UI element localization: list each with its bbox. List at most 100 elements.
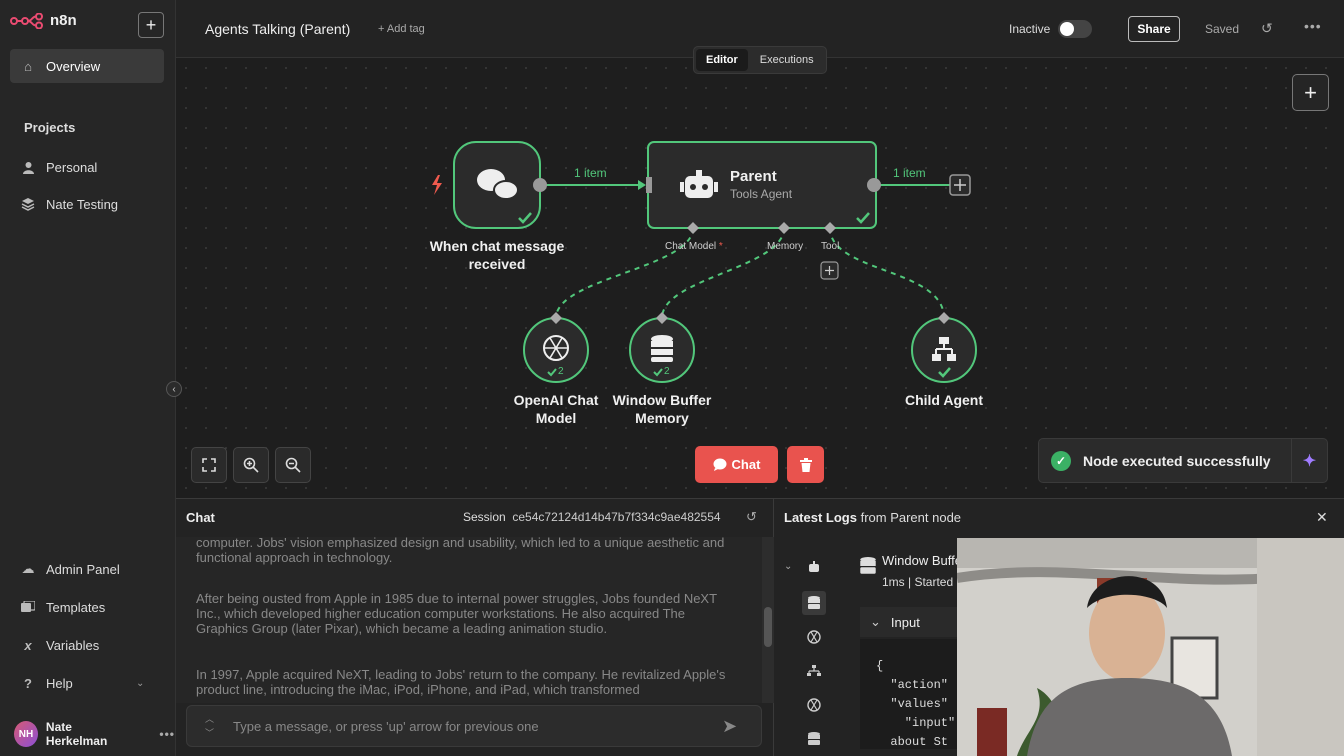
share-button[interactable]: Share — [1128, 16, 1180, 42]
chat-scrollbar[interactable] — [762, 537, 774, 703]
user-menu[interactable]: NH Nate Herkelman ••• — [14, 720, 175, 748]
database-icon[interactable] — [804, 729, 824, 749]
log-entry-meta: 1ms | Started — [882, 575, 954, 589]
sidebar-item-label: Variables — [46, 637, 100, 653]
node-child-agent[interactable] — [911, 312, 977, 383]
fit-view-button[interactable] — [191, 447, 227, 483]
cloud-icon: ☁ — [21, 561, 35, 576]
add-tool-button[interactable] — [820, 261, 839, 280]
session-id[interactable]: ce54c72124d14b47b7f334c9ae482554 — [512, 510, 720, 524]
zoom-in-button[interactable] — [233, 447, 269, 483]
chat-message-input[interactable] — [233, 716, 713, 736]
send-icon[interactable]: ➤ — [722, 716, 737, 737]
sidebar-item-admin-panel[interactable]: ☁ Admin Panel — [10, 552, 164, 586]
sidebar-item-nate-testing[interactable]: Nate Testing — [10, 187, 164, 221]
session-info: Session ce54c72124d14b47b7f334c9ae482554 — [463, 510, 721, 524]
chat-message: After being ousted from Apple in 1985 du… — [196, 591, 717, 636]
run-count-memory: 2 — [664, 366, 670, 377]
chat-model-connector-label: Chat Model * — [665, 241, 723, 252]
input-handle — [646, 177, 652, 193]
home-icon: ⌂ — [24, 58, 32, 74]
sidebar: n8n + ⌂ Overview Projects Personal Nate … — [0, 0, 176, 756]
sidebar-item-personal[interactable]: Personal — [10, 150, 164, 184]
output-handle — [867, 178, 881, 192]
help-icon: ? — [24, 675, 32, 691]
input-section-toggle[interactable]: ⌄ Input — [860, 607, 964, 637]
openai-icon[interactable] — [804, 627, 824, 647]
app-window: n8n + ⌂ Overview Projects Personal Nate … — [0, 0, 1344, 756]
child-node-label: Child Agent — [904, 392, 984, 408]
node-chat-trigger[interactable] — [432, 141, 547, 229]
sidebar-item-label: Personal — [46, 159, 98, 175]
input-label: Input — [890, 614, 920, 630]
tool-connector-label: Tool — [821, 241, 840, 252]
sidebar-item-label: Admin Panel — [46, 561, 120, 577]
run-count-openai: 2 — [558, 366, 564, 377]
saved-status: Saved — [1205, 22, 1240, 36]
chat-panel-title: Chat — [186, 510, 215, 525]
workflow-canvas[interactable]: Editor Executions + 2 2 Parent Tools Age… — [176, 46, 1344, 498]
webcam-overlay — [957, 538, 1344, 756]
user-name: Nate Herkelman — [45, 720, 108, 748]
layers-icon — [20, 196, 36, 212]
openai-node-label: OpenAI Chat Model — [513, 392, 599, 426]
openai-icon[interactable] — [804, 695, 824, 715]
brand-logo[interactable]: n8n — [10, 12, 77, 29]
chat-input-box: ︿﹀ ➤ — [186, 705, 762, 747]
chat-message: In 1997, Apple acquired NeXT, leading to… — [196, 667, 726, 697]
node-window-buffer-memory[interactable] — [629, 312, 695, 383]
success-toast: ✓ Node executed successfully ✦ — [1038, 438, 1328, 483]
projects-heading: Projects — [24, 120, 76, 135]
collapse-sidebar-button[interactable]: ‹ — [166, 381, 182, 397]
sidebar-item-templates[interactable]: Templates — [10, 590, 164, 624]
node-openai-chat-model[interactable] — [523, 312, 589, 383]
history-arrows-icon[interactable]: ︿ ﹀ — [205, 712, 214, 740]
sidebar-item-overview[interactable]: ⌂ Overview — [10, 49, 164, 83]
item-count-label: 1 item — [574, 166, 607, 180]
robot-icon[interactable] — [804, 557, 824, 577]
zoom-out-icon — [285, 457, 301, 473]
session-label: Session — [463, 510, 506, 524]
create-new-button[interactable]: + — [138, 12, 164, 38]
input-json: { "action" "values" "input" about St — [860, 639, 960, 749]
item-count-label: 1 item — [893, 166, 926, 180]
add-next-node-button[interactable] — [949, 174, 971, 196]
history-icon[interactable]: ↺ — [1261, 20, 1273, 37]
ai-assistant-icon[interactable]: ✦ — [1291, 439, 1327, 482]
parent-node-title: Parent — [730, 168, 777, 185]
chat-button-label: Chat — [731, 457, 761, 472]
logs-title: Latest Logs from Parent node — [784, 510, 962, 525]
memory-connector-label: Memory — [767, 241, 804, 252]
clear-execution-button[interactable] — [787, 446, 824, 483]
chat-panel: Chat Session ce54c72124d14b47b7f334c9ae4… — [176, 498, 774, 756]
database-icon — [860, 557, 876, 580]
workflow-title[interactable]: Agents Talking (Parent) — [205, 21, 350, 37]
add-tag-link[interactable]: + Add tag — [378, 23, 425, 35]
fullscreen-icon — [202, 458, 216, 472]
check-circle-icon: ✓ — [1051, 450, 1071, 471]
variable-icon: x — [24, 637, 32, 653]
user-icon — [20, 159, 36, 175]
database-icon[interactable] — [802, 591, 826, 615]
webcam-video-image — [957, 538, 1344, 756]
toast-message: Node executed successfully — [1083, 452, 1271, 469]
sidebar-item-label: Nate Testing — [46, 196, 119, 212]
open-chat-button[interactable]: Chat — [695, 446, 778, 483]
sitemap-icon[interactable] — [804, 661, 824, 681]
avatar: NH — [14, 721, 38, 747]
chat-messages[interactable]: computer. Jobs' vision emphasized design… — [176, 537, 764, 703]
more-options-icon[interactable]: ••• — [1304, 18, 1322, 34]
chevron-down-icon[interactable]: ⌄ — [784, 561, 792, 572]
templates-icon — [20, 599, 36, 615]
refresh-session-icon[interactable]: ↺ — [746, 509, 757, 525]
sidebar-item-label: Overview — [46, 58, 101, 74]
connection-tool — [829, 227, 945, 319]
sidebar-item-variables[interactable]: x Variables — [10, 628, 164, 662]
trigger-node-label: When chat message received — [429, 238, 565, 272]
output-handle — [533, 178, 547, 192]
active-toggle[interactable] — [1058, 20, 1092, 38]
more-icon[interactable]: ••• — [159, 727, 175, 741]
sidebar-item-help[interactable]: ? Help ⌄ — [10, 666, 164, 700]
close-icon[interactable]: ✕ — [1316, 509, 1328, 526]
zoom-out-button[interactable] — [275, 447, 311, 483]
